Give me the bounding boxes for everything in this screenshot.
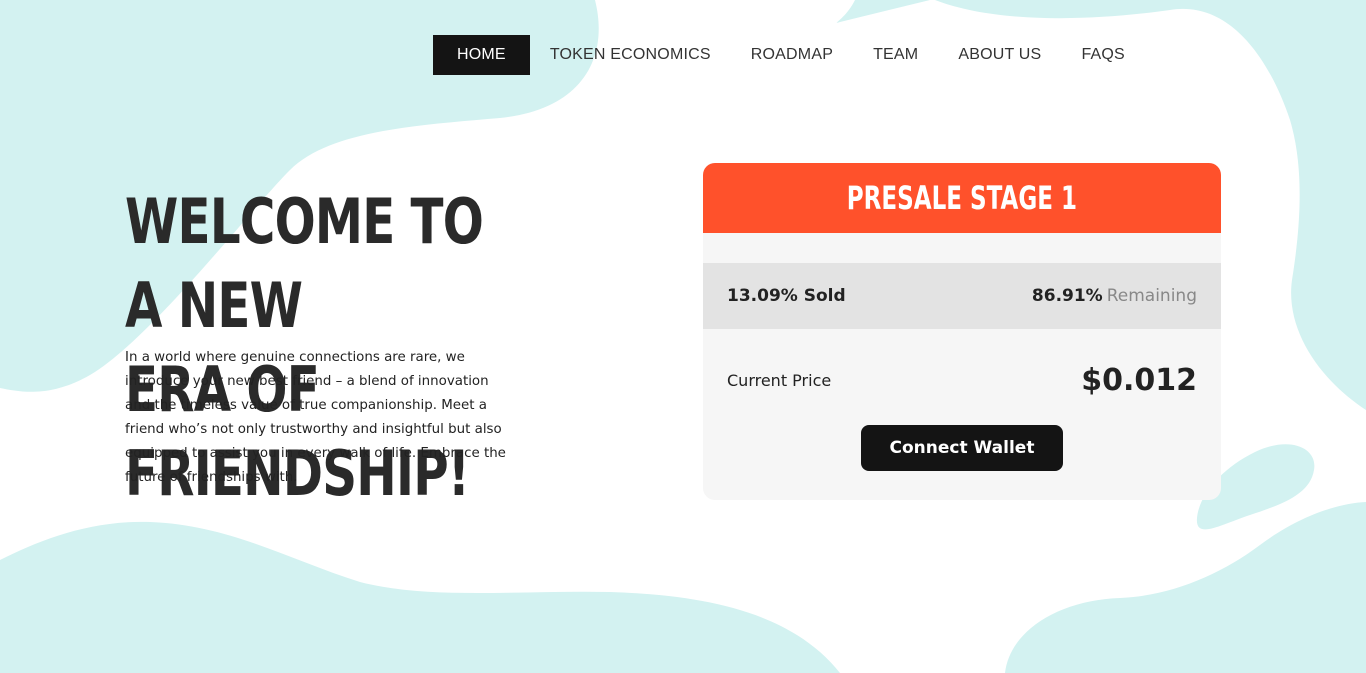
- nav-item-roadmap[interactable]: ROADMAP: [731, 35, 853, 75]
- main-nav: HOME TOKEN ECONOMICS ROADMAP TEAM ABOUT …: [433, 35, 1145, 75]
- presale-progress: 13.09% Sold 86.91% Remaining: [703, 263, 1221, 329]
- sold-label: Sold: [803, 286, 846, 306]
- sold-percent: 13.09%: [727, 286, 798, 306]
- presale-card-header: PRESALE STAGE 1: [703, 163, 1221, 233]
- current-price-label: Current Price: [727, 371, 832, 390]
- presale-card: PRESALE STAGE 1 13.09% Sold 86.91% Remain…: [703, 163, 1221, 500]
- remaining-percent: 86.91%: [1031, 286, 1103, 306]
- presale-title: PRESALE STAGE 1: [846, 179, 1078, 217]
- sold-stat: 13.09% Sold: [727, 286, 846, 306]
- nav-item-token-economics[interactable]: TOKEN ECONOMICS: [530, 35, 731, 75]
- blob-bottom-right: [1005, 502, 1366, 673]
- nav-item-about-us[interactable]: ABOUT US: [938, 35, 1061, 75]
- connect-wallet-button[interactable]: Connect Wallet: [861, 425, 1063, 471]
- remaining-label: Remaining: [1106, 286, 1197, 306]
- price-row: Current Price $0.012: [703, 363, 1221, 398]
- nav-item-team[interactable]: TEAM: [853, 35, 938, 75]
- hero-title-line-1: WELCOME TO A NEW: [125, 185, 484, 342]
- nav-item-home[interactable]: HOME: [433, 35, 530, 75]
- hero-description: In a world where genuine connections are…: [125, 350, 506, 485]
- blob-bottom-left: [0, 521, 840, 673]
- blob-top-right: [836, 0, 930, 23]
- nav-item-faqs[interactable]: FAQS: [1061, 35, 1144, 75]
- remaining-stat: 86.91% Remaining: [1032, 286, 1197, 306]
- current-price-value: $0.012: [1081, 363, 1197, 398]
